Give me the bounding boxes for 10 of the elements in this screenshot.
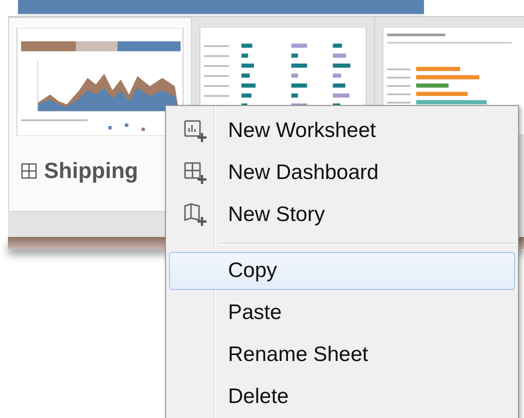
dashboard-icon xyxy=(21,163,37,179)
sheet-name: Shipping xyxy=(44,158,138,184)
menu-item[interactable]: Delete xyxy=(169,376,515,418)
book-plus-icon xyxy=(184,203,208,227)
menu-item[interactable]: Paste xyxy=(169,292,515,334)
chart-plus-icon xyxy=(184,119,208,143)
menu-item[interactable]: Copy xyxy=(169,252,515,290)
menu-item[interactable]: Rename Sheet xyxy=(169,334,515,376)
grid-plus-icon xyxy=(184,161,208,185)
sheet-card[interactable]: Shipping xyxy=(8,17,192,212)
